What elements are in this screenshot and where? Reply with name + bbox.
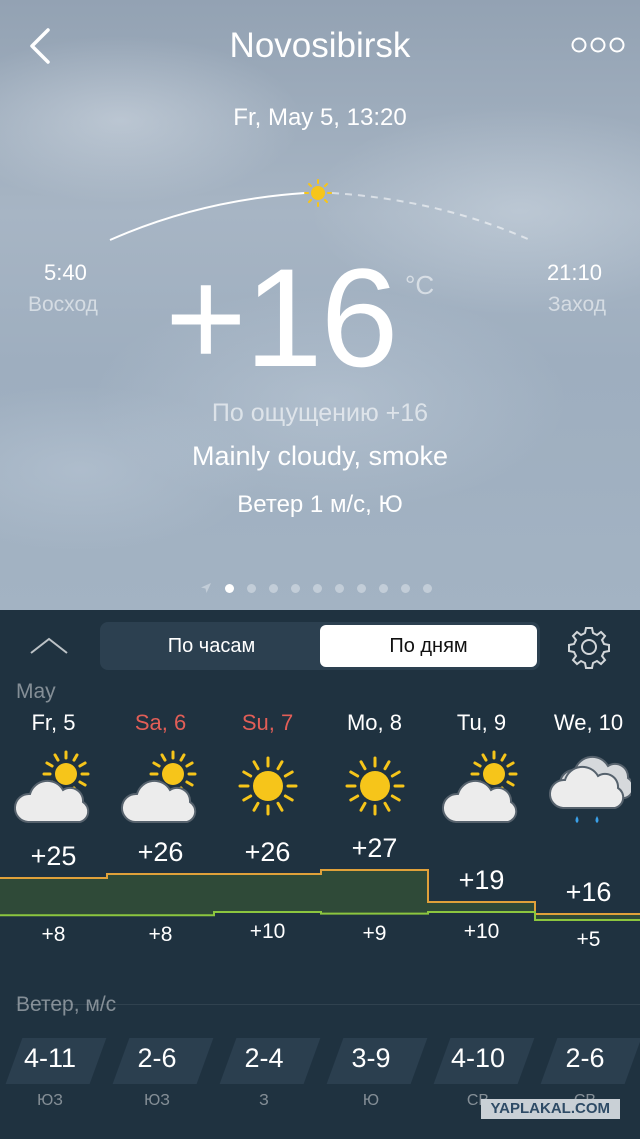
wind-cell: 3-9 Ю <box>321 1038 428 1109</box>
partly-cloudy-icon <box>120 750 196 823</box>
current-temperature: +16 <box>165 239 398 396</box>
page-dot[interactable] <box>225 583 234 593</box>
wind-speed: 3-9 <box>351 1043 391 1073</box>
wind-direction: З <box>259 1092 269 1109</box>
wind-speed: 4-11 <box>23 1043 77 1073</box>
gear-icon <box>568 627 610 669</box>
page-dot[interactable] <box>423 583 432 593</box>
page-dot[interactable] <box>291 583 300 593</box>
partly-cloudy-icon <box>13 750 89 823</box>
page-indicator[interactable] <box>200 578 432 598</box>
page-dot[interactable] <box>379 583 388 593</box>
wind-section-title: Ветер, м/с <box>16 993 117 1016</box>
page-dot[interactable] <box>335 583 344 593</box>
wind-direction: ЮЗ <box>144 1092 170 1109</box>
day-forecast-row: Fr, 5 Sa, 6 Su, 7 Mo, 8 Tu, 9 We, 10 <box>0 710 640 840</box>
day-label: Su, 7 <box>241 710 294 735</box>
sunrise-time: 5:40 <box>44 260 87 285</box>
day-label: Fr, 5 <box>31 710 76 735</box>
min-temperature: +8 <box>148 923 173 947</box>
wind-cell: 2-6СВ <box>535 1038 640 1109</box>
chevron-up-icon <box>30 637 68 654</box>
wind-speed: 4-10 <box>450 1043 506 1073</box>
min-temperature: +10 <box>249 920 286 943</box>
day-column[interactable]: Mo, 8 <box>321 710 428 826</box>
wind-direction: Ю <box>362 1092 380 1109</box>
sun-icon <box>238 756 297 816</box>
wind-cell: 4-11 ЮЗ <box>0 1038 107 1109</box>
weather-condition: Mainly cloudy, smoke <box>191 441 449 471</box>
wind-cell: 2-6 ЮЗ <box>107 1038 214 1109</box>
feels-like: По ощущению +16 <box>211 399 429 427</box>
watermark: YAPLAKAL.COM <box>480 1099 620 1119</box>
day-label: Mo, 8 <box>346 710 403 735</box>
sun-icon <box>345 756 404 816</box>
day-column[interactable]: Su, 7 <box>214 710 321 826</box>
wind-cell: 4-10 СВ <box>428 1038 535 1109</box>
sun-path-arc <box>109 179 531 241</box>
day-column[interactable]: Fr, 5 <box>0 710 107 826</box>
forecast-panel: По часам По дням May Fr, 5 Sa, 6 Su, 7 Mo… <box>0 610 640 1139</box>
sun-icon <box>304 179 332 207</box>
temperature-unit: °C <box>405 270 435 300</box>
settings-button[interactable] <box>566 624 612 670</box>
day-column[interactable]: We, 10 <box>535 710 640 826</box>
max-temperature: +25 <box>30 841 77 871</box>
day-column[interactable]: Sa, 6 <box>107 710 214 826</box>
month-label: May <box>16 680 56 703</box>
divider <box>16 1004 640 1005</box>
partly-cloudy-icon <box>441 750 517 823</box>
tab-hourly[interactable]: По часам <box>103 625 320 667</box>
page-dot[interactable] <box>357 583 366 593</box>
sunset-label: Заход <box>547 293 606 316</box>
sunrise-label: Восход <box>28 293 98 316</box>
day-label: Tu, 9 <box>456 710 507 735</box>
page-dot[interactable] <box>313 583 322 593</box>
wind-direction: ЮЗ <box>37 1092 63 1109</box>
min-temperature: +10 <box>463 920 500 943</box>
min-temperature: +5 <box>576 928 601 951</box>
max-temperature: +16 <box>565 877 612 907</box>
wind-speed: 2-6 <box>565 1043 605 1073</box>
max-temperature: +26 <box>137 837 184 867</box>
collapse-button[interactable] <box>28 634 70 658</box>
min-temperature: +9 <box>362 921 387 945</box>
day-label: We, 10 <box>553 710 624 735</box>
page-dot[interactable] <box>247 583 256 593</box>
wind-speed: 2-6 <box>137 1043 177 1073</box>
day-label: Sa, 6 <box>134 710 187 735</box>
max-temperature: +27 <box>351 833 398 863</box>
weather-header: Novosibirsk Fr, May 5, 13:20 5:40 Восход… <box>0 0 640 610</box>
sunset-time: 21:10 <box>546 260 602 285</box>
location-arrow-icon <box>201 583 211 593</box>
max-temperature: +19 <box>458 865 505 895</box>
wind-speed: 2-4 <box>244 1043 284 1073</box>
wind-cell: 2-4 З <box>214 1038 321 1109</box>
tab-daily[interactable]: По дням <box>320 625 537 667</box>
day-column[interactable]: Tu, 9 <box>428 710 535 826</box>
current-wind: Ветер 1 м/с, Ю <box>237 491 403 518</box>
page-dot[interactable] <box>401 583 410 593</box>
page-dot[interactable] <box>269 583 278 593</box>
max-temperature: +26 <box>244 837 291 867</box>
view-toggle: По часам По дням <box>100 622 540 670</box>
min-temperature: +8 <box>41 923 66 947</box>
rain-cloud-icon <box>548 755 631 823</box>
